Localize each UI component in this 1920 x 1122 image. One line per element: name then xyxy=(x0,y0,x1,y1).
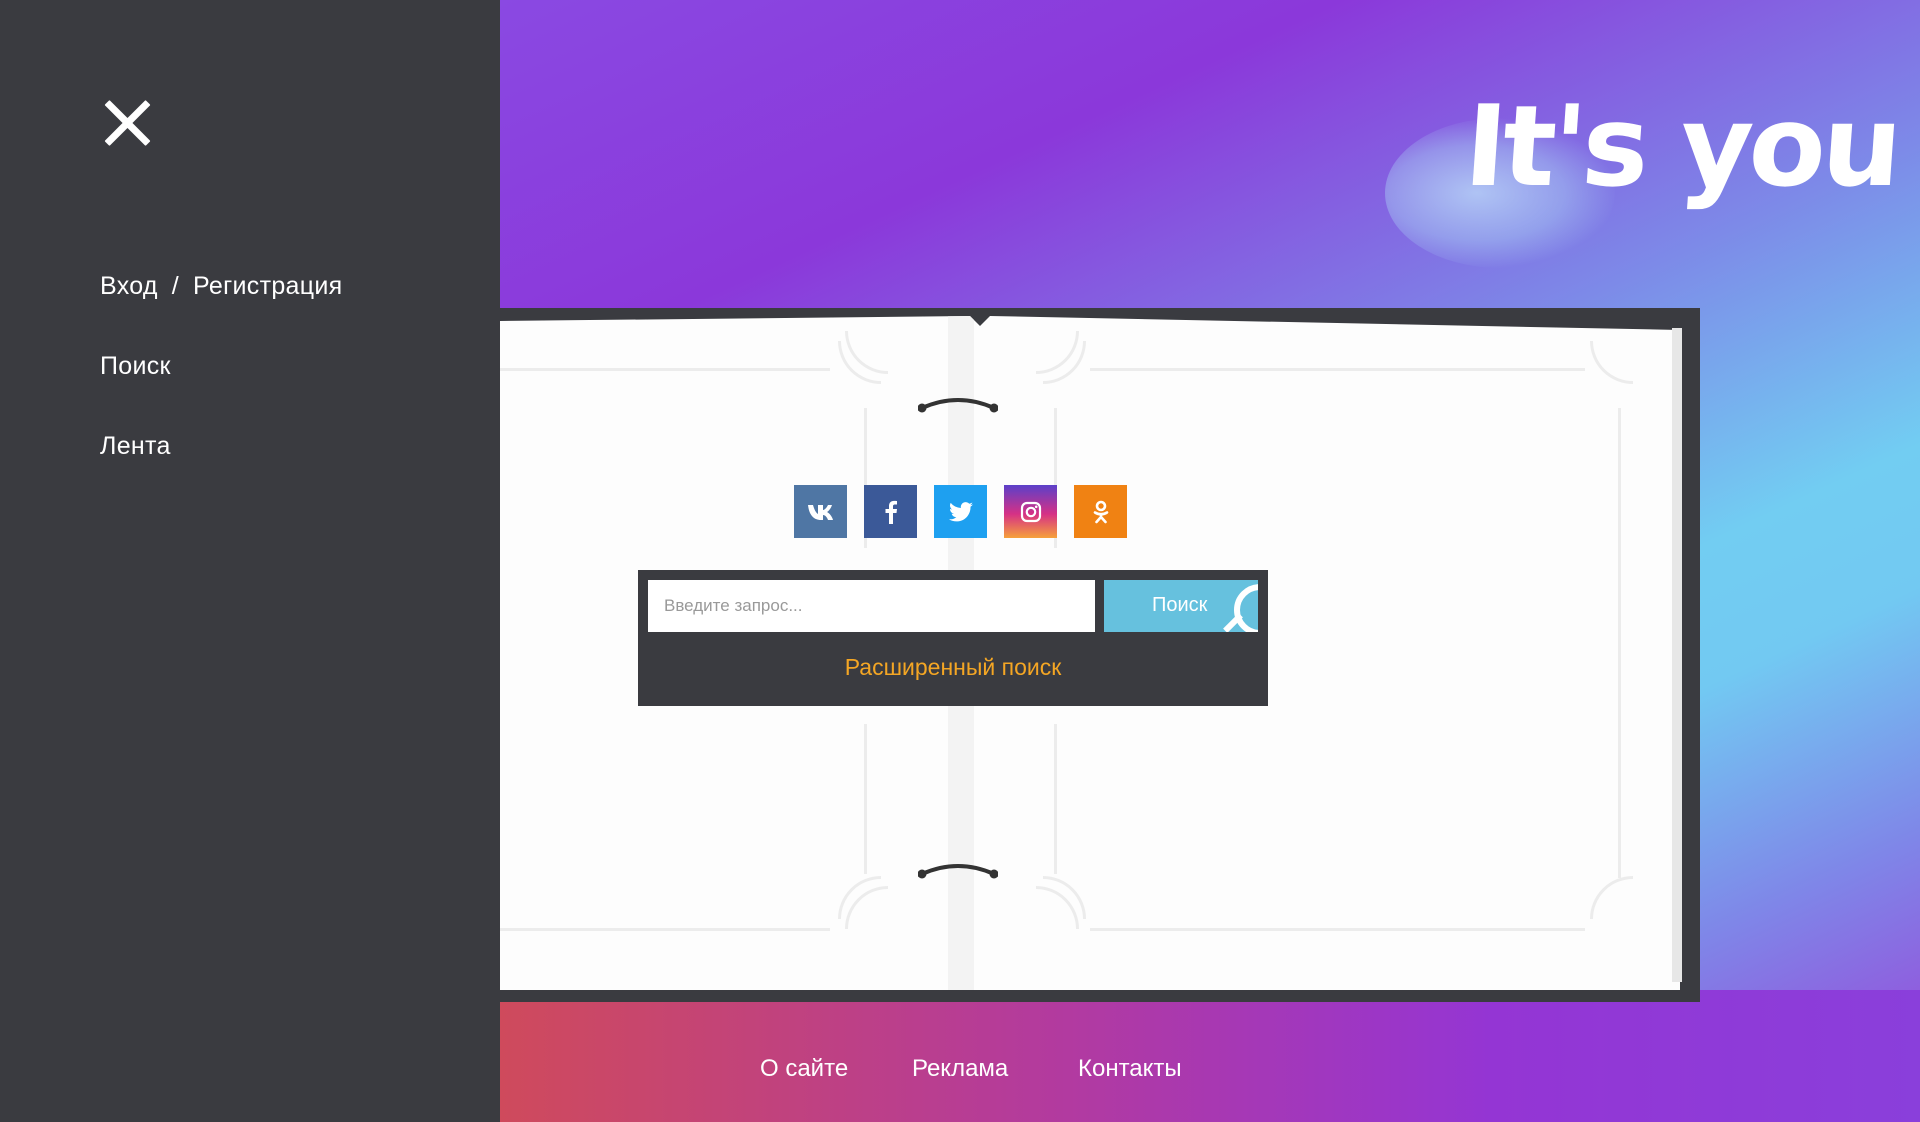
sidebar-item-search-label[interactable]: Поиск xyxy=(100,352,171,381)
logo: It's you xyxy=(1385,82,1902,288)
search-button[interactable]: Поиск xyxy=(1104,580,1258,632)
sidebar: Вход / Регистрация Поиск Лента xyxy=(0,0,500,1122)
binder-ring-top xyxy=(918,398,998,413)
deco-line xyxy=(1090,368,1585,371)
binder-ring-bottom xyxy=(918,864,998,879)
corner-arc xyxy=(845,886,888,929)
deco-line xyxy=(1618,408,1621,878)
deco-line xyxy=(500,368,830,371)
twitter-icon[interactable] xyxy=(934,485,987,538)
sidebar-nav: Вход / Регистрация Поиск Лента xyxy=(100,272,342,512)
search-button-label: Поиск xyxy=(1152,594,1208,616)
social-links xyxy=(794,485,1127,538)
deco-line xyxy=(1054,724,1057,874)
footer-ads-link[interactable]: Реклама xyxy=(912,1055,1008,1083)
facebook-icon[interactable] xyxy=(864,485,917,538)
search-input[interactable] xyxy=(648,580,1095,632)
sidebar-item-feed[interactable]: Лента xyxy=(100,432,342,512)
register-link[interactable]: Регистрация xyxy=(193,272,342,301)
sidebar-auth-row: Вход / Регистрация xyxy=(100,272,342,352)
footer-contacts-link[interactable]: Контакты xyxy=(1078,1055,1182,1083)
deco-line xyxy=(500,928,830,931)
instagram-icon[interactable] xyxy=(1004,485,1057,538)
deco-line xyxy=(1090,928,1585,931)
vk-icon[interactable] xyxy=(794,485,847,538)
corner-arc xyxy=(1036,886,1079,929)
auth-separator: / xyxy=(171,272,180,300)
footer-gradient xyxy=(500,990,1920,1122)
sidebar-item-search[interactable]: Поиск xyxy=(100,352,342,432)
footer-about-link[interactable]: О сайте xyxy=(760,1055,848,1083)
logo-text: It's you xyxy=(1460,82,1903,212)
login-link[interactable]: Вход xyxy=(100,272,158,301)
close-icon[interactable] xyxy=(100,96,154,150)
search-panel: Поиск Расширенный поиск xyxy=(638,570,1268,706)
magnifier-icon xyxy=(1234,584,1258,632)
sidebar-item-feed-label[interactable]: Лента xyxy=(100,432,171,461)
odnoklassniki-icon[interactable] xyxy=(1074,485,1127,538)
advanced-search-link[interactable]: Расширенный поиск xyxy=(638,654,1268,681)
page-edge xyxy=(1672,328,1682,982)
corner-arc xyxy=(1590,341,1633,384)
deco-line xyxy=(864,724,867,874)
corner-arc xyxy=(1590,876,1633,919)
